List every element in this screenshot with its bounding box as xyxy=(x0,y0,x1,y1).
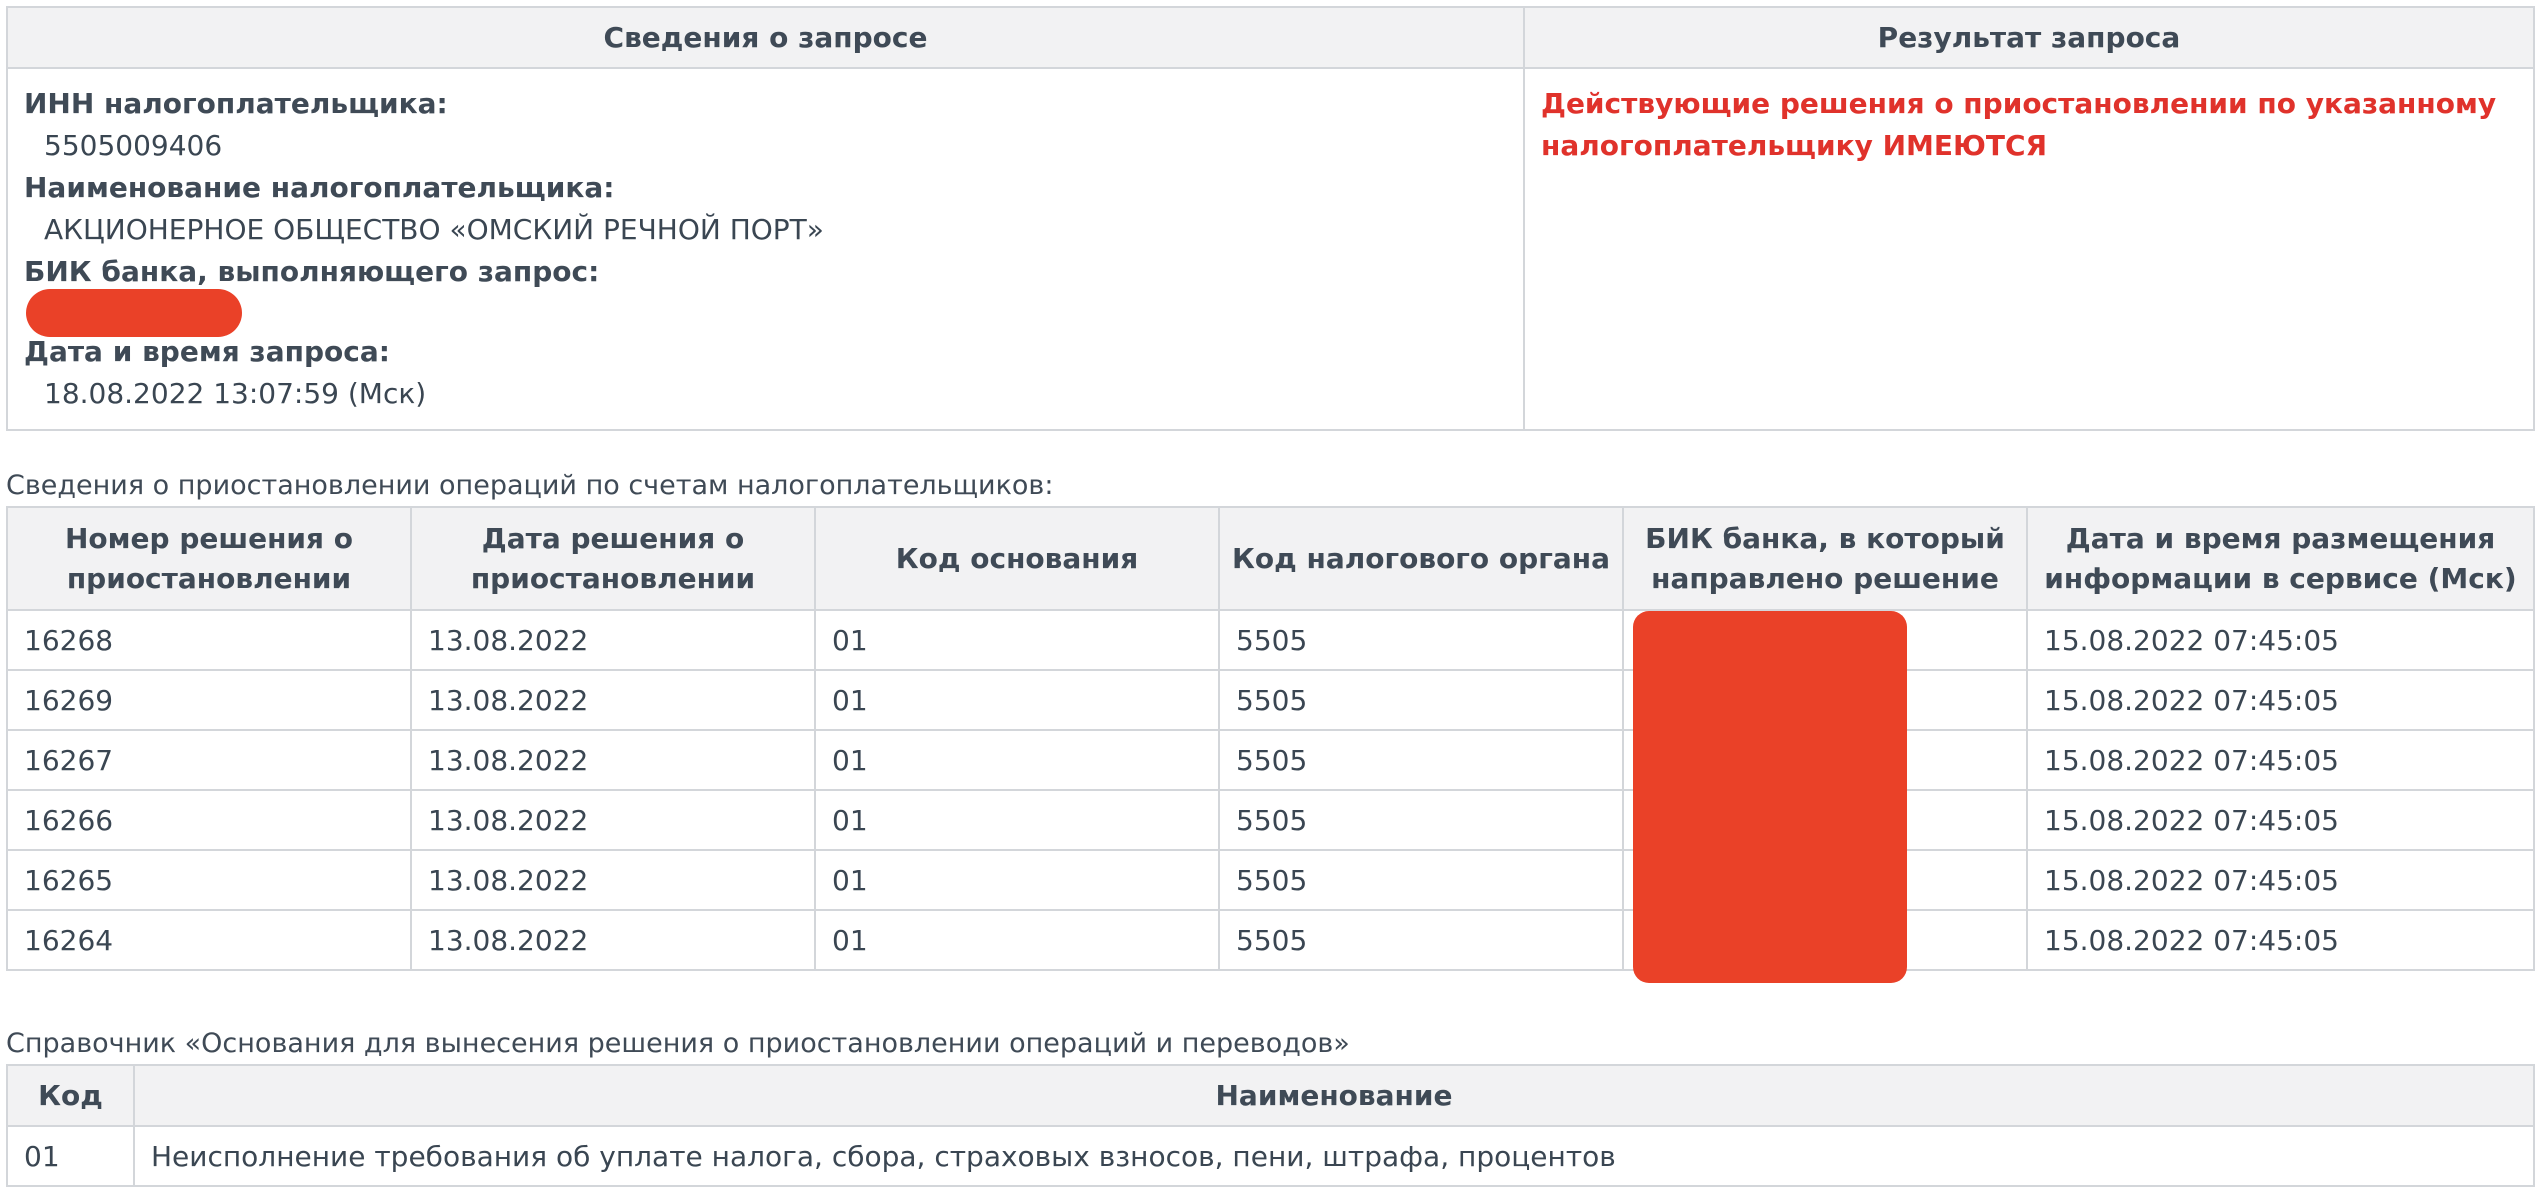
table-row: 16265 13.08.2022 01 5505 15.08.2022 07:4… xyxy=(6,849,2535,911)
posted-datetime: 15.08.2022 07:45:05 xyxy=(2026,729,2535,791)
header-line: информации в сервисе (Мск) xyxy=(2044,561,2517,595)
bank-bik-value xyxy=(24,289,1507,337)
decision-number: 16268 xyxy=(6,609,412,671)
request-datetime-value: 18.08.2022 13:07:59 (Мск) xyxy=(44,377,427,410)
redaction-mark xyxy=(1633,611,1907,983)
header-line: Код налогового органа xyxy=(1232,541,1610,575)
column-header-tax-office-code: Код налогового органа xyxy=(1218,506,1624,611)
decision-number: 16265 xyxy=(6,849,412,911)
table-row: 16269 13.08.2022 01 5505 15.08.2022 07:4… xyxy=(6,669,2535,731)
decision-date: 13.08.2022 xyxy=(410,609,816,671)
decision-number: 16264 xyxy=(6,909,412,971)
header-line: направлено решение xyxy=(1651,561,1999,595)
decision-date: 13.08.2022 xyxy=(410,669,816,731)
posted-datetime: 15.08.2022 07:45:05 xyxy=(2026,909,2535,971)
column-header-decision-number: Номер решения о приостановлении xyxy=(6,506,412,611)
bank-bik-label: БИК банка, выполняющего запрос: xyxy=(24,255,600,288)
table-row: 16266 13.08.2022 01 5505 15.08.2022 07:4… xyxy=(6,789,2535,851)
posted-datetime: 15.08.2022 07:45:05 xyxy=(2026,609,2535,671)
reference-code: 01 xyxy=(6,1125,135,1187)
basis-code: 01 xyxy=(814,789,1220,851)
basis-code: 01 xyxy=(814,729,1220,791)
posted-datetime: 15.08.2022 07:45:05 xyxy=(2026,789,2535,851)
tax-office-code: 5505 xyxy=(1218,669,1624,731)
header-line: Код основания xyxy=(895,541,1139,575)
header-line: Номер решения о xyxy=(64,521,354,555)
decision-number: 16269 xyxy=(6,669,412,731)
tax-office-code: 5505 xyxy=(1218,789,1624,851)
header-line: приостановлении xyxy=(66,561,352,595)
posted-datetime: 15.08.2022 07:45:05 xyxy=(2026,669,2535,731)
inn-value: 5505009406 xyxy=(44,129,223,162)
request-result-header: Результат запроса xyxy=(1523,6,2535,69)
column-header-code: Код xyxy=(6,1064,135,1127)
posted-datetime: 15.08.2022 07:45:05 xyxy=(2026,849,2535,911)
request-info-table: Сведения о запросе Результат запроса ИНН… xyxy=(6,6,2535,431)
header-line: Дата и время размещения xyxy=(2065,521,2496,555)
table-row: 16264 13.08.2022 01 5505 15.08.2022 07:4… xyxy=(6,909,2535,971)
request-datetime-label: Дата и время запроса: xyxy=(24,335,390,368)
decision-number: 16267 xyxy=(6,729,412,791)
request-info-cell: ИНН налогоплательщика: 5505009406 Наимен… xyxy=(6,67,1525,431)
basis-code: 01 xyxy=(814,909,1220,971)
tax-office-code: 5505 xyxy=(1218,909,1624,971)
tax-office-code: 5505 xyxy=(1218,729,1624,791)
result-message-line2: налогоплательщику ИМЕЮТСЯ xyxy=(1541,129,2048,162)
column-header-posted-datetime: Дата и время размещения информации в сер… xyxy=(2026,506,2535,611)
reference-caption: Справочник «Основания для вынесения реше… xyxy=(6,1028,1350,1059)
decision-date: 13.08.2022 xyxy=(410,849,816,911)
basis-code: 01 xyxy=(814,849,1220,911)
table-row: 01 Неисполнение требования об уплате нал… xyxy=(6,1125,2535,1187)
column-header-name: Наименование xyxy=(133,1064,2535,1127)
decision-date: 13.08.2022 xyxy=(410,729,816,791)
decision-date: 13.08.2022 xyxy=(410,789,816,851)
column-header-decision-date: Дата решения о приостановлении xyxy=(410,506,816,611)
result-message-line1: Действующие решения о приостановлении по… xyxy=(1541,87,2497,120)
suspensions-table: Номер решения о приостановлении Дата реш… xyxy=(6,506,2535,971)
basis-code: 01 xyxy=(814,609,1220,671)
tax-office-code: 5505 xyxy=(1218,849,1624,911)
tax-office-code: 5505 xyxy=(1218,609,1624,671)
reference-table: Код Наименование 01 Неисполнение требова… xyxy=(6,1064,2535,1187)
decision-number: 16266 xyxy=(6,789,412,851)
redaction-mark xyxy=(26,289,242,337)
request-result-cell: Действующие решения о приостановлении по… xyxy=(1523,67,2535,431)
suspensions-caption: Сведения о приостановлении операций по с… xyxy=(6,470,1054,501)
basis-code: 01 xyxy=(814,669,1220,731)
column-header-basis-code: Код основания xyxy=(814,506,1220,611)
column-header-bank-bik: БИК банка, в который направлено решение xyxy=(1622,506,2028,611)
table-row: 16267 13.08.2022 01 5505 15.08.2022 07:4… xyxy=(6,729,2535,791)
taxpayer-name-label: Наименование налогоплательщика: xyxy=(24,171,615,204)
request-info-header: Сведения о запросе xyxy=(6,6,1525,69)
table-row: 16268 13.08.2022 01 5505 15.08.2022 07:4… xyxy=(6,609,2535,671)
header-line: Дата решения о xyxy=(481,521,745,555)
decision-date: 13.08.2022 xyxy=(410,909,816,971)
taxpayer-name-value: АКЦИОНЕРНОЕ ОБЩЕСТВО «ОМСКИЙ РЕЧНОЙ ПОРТ… xyxy=(44,213,824,246)
inn-label: ИНН налогоплательщика: xyxy=(24,87,448,120)
reference-name: Неисполнение требования об уплате налога… xyxy=(133,1125,2535,1187)
header-line: БИК банка, в который xyxy=(1645,521,2005,555)
header-line: приостановлении xyxy=(470,561,756,595)
